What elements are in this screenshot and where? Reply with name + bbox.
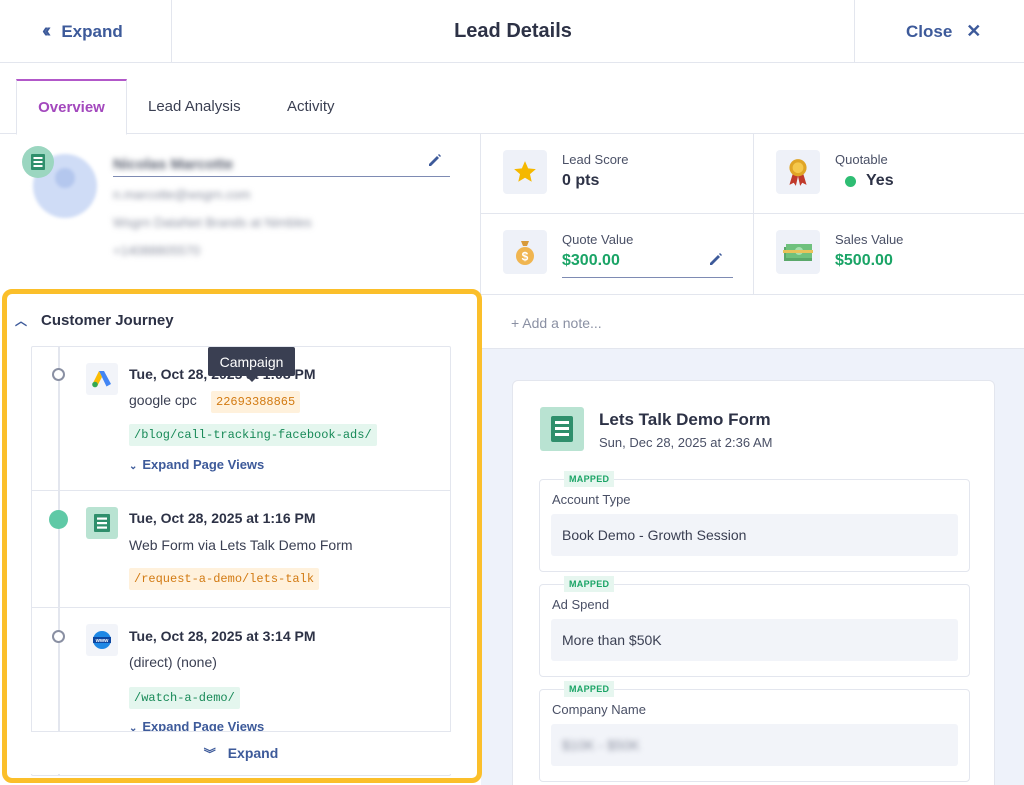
mapped-badge: MAPPED: [564, 681, 615, 697]
journey-source: (direct) (none): [129, 654, 217, 670]
page-path-chip[interactable]: /blog/call-tracking-facebook-ads/: [129, 424, 377, 446]
form-submission-card: Lets Talk Demo Form Sun, Dec 28, 2025 at…: [512, 380, 995, 785]
page-path-chip[interactable]: /request-a-demo/lets-talk: [129, 568, 320, 590]
header-bar: ‹‹ Expand Lead Details Close ✕: [0, 0, 1024, 63]
form-timestamp: Sun, Dec 28, 2025 at 2:36 AM: [599, 435, 773, 450]
expand-journey-button[interactable]: ︾ Expand: [31, 731, 451, 774]
close-label: Close: [906, 21, 953, 41]
quotable-label: Quotable: [835, 152, 888, 167]
chevron-down-icon: ⌄: [129, 461, 138, 472]
award-icon: [776, 150, 820, 194]
field-value: Book Demo - Growth Session: [551, 514, 958, 556]
expand-button[interactable]: ‹‹ Expand: [0, 0, 172, 63]
customer-journey-title: Customer Journey: [41, 312, 174, 329]
sales-value-stat: Sales Value $500.00: [753, 214, 1024, 295]
journey-source: google cpc: [129, 392, 197, 408]
timeline-dot: [52, 368, 65, 381]
lead-name: Nicolas Marcotte: [113, 156, 234, 173]
timeline-dot: [52, 630, 65, 643]
lead-score-label: Lead Score: [562, 152, 629, 167]
expand-journey-label: Expand: [227, 745, 279, 761]
tab-lead-analysis[interactable]: Lead Analysis: [148, 79, 241, 134]
star-icon: [503, 150, 547, 194]
field-value: $10K - $50K: [551, 724, 958, 766]
quotable-stat: Quotable Yes: [753, 134, 1024, 214]
money-bag-icon: $: [503, 230, 547, 274]
www-globe-icon: www: [86, 624, 118, 656]
double-chevron-left-icon: ‹‹: [42, 20, 52, 42]
journey-item: Tue, Oct 28, 2025 at 1:08 PM google cpc …: [32, 347, 450, 491]
form-icon: [22, 146, 54, 178]
close-icon: ✕: [966, 21, 982, 41]
status-dot: [845, 175, 856, 187]
sales-value-value: $500.00: [835, 252, 893, 269]
journey-source: Web Form via Lets Talk Demo Form: [129, 537, 353, 553]
quote-value-underline: [562, 277, 733, 278]
form-field-ad-spend: MAPPED Ad Spend More than $50K: [539, 576, 970, 677]
lead-score-stat: Lead Score 0 pts: [481, 134, 753, 214]
page-path-chip[interactable]: /watch-a-demo/: [129, 687, 240, 709]
lead-job-title: Wsgrn DataNet Brands at Nimbles: [113, 215, 312, 230]
add-note-input[interactable]: + Add a note...: [481, 295, 1024, 349]
campaign-chip[interactable]: 22693388865: [211, 391, 301, 413]
field-value-text: $10K - $50K: [562, 737, 640, 753]
close-button[interactable]: Close ✕: [854, 0, 1024, 63]
campaign-tooltip: Campaign: [208, 347, 295, 382]
double-chevron-down-icon: ︾: [203, 746, 216, 761]
tab-bar: Overview Lead Analysis Activity: [0, 63, 1024, 135]
name-underline: [113, 176, 450, 177]
timeline-dot-active: [49, 510, 68, 529]
edit-quote-pencil-icon[interactable]: [708, 251, 724, 267]
form-field-account-type: MAPPED Account Type Book Demo - Growth S…: [539, 471, 970, 572]
form-icon: [86, 507, 118, 539]
journey-date: Tue, Oct 28, 2025 at 1:16 PM: [129, 510, 316, 526]
form-title: Lets Talk Demo Form: [599, 410, 771, 429]
customer-journey-panel: ︿ Customer Journey Tue, Oct 28, 2025 at …: [2, 289, 482, 783]
form-field-company-name: MAPPED Company Name $10K - $50K: [539, 681, 970, 782]
quote-value-value: $300.00: [562, 252, 620, 269]
expand-page-views-label: Expand Page Views: [142, 457, 265, 472]
expand-label: Expand: [61, 21, 123, 41]
mapped-badge: MAPPED: [564, 576, 615, 592]
quotable-value-row: Yes: [835, 172, 894, 190]
quote-value-label: Quote Value: [562, 232, 634, 247]
lead-phone: +14088805570: [113, 243, 201, 258]
field-value: More than $50K: [551, 619, 958, 661]
mapped-badge: MAPPED: [564, 471, 615, 487]
form-icon: [540, 407, 584, 451]
expand-page-views-button[interactable]: ⌄ Expand Page Views: [129, 457, 264, 472]
field-label: Account Type: [552, 492, 631, 507]
cash-icon: [776, 230, 820, 274]
tab-overview[interactable]: Overview: [16, 79, 127, 135]
journey-timeline: Tue, Oct 28, 2025 at 1:08 PM google cpc …: [31, 346, 451, 776]
sales-value-label: Sales Value: [835, 232, 904, 247]
customer-journey-toggle[interactable]: ︿ Customer Journey: [15, 312, 174, 329]
lead-email: n.marcotte@wsgrn.com: [113, 187, 251, 202]
quote-value-stat: $ Quote Value $300.00: [481, 214, 753, 295]
field-label: Company Name: [552, 702, 646, 717]
svg-text:$: $: [522, 250, 529, 264]
google-ads-icon: [86, 363, 118, 395]
journey-item: Tue, Oct 28, 2025 at 1:16 PM Web Form vi…: [32, 491, 450, 608]
journey-date: Tue, Oct 28, 2025 at 3:14 PM: [129, 628, 316, 644]
edit-name-pencil-icon[interactable]: [427, 152, 443, 168]
page-title: Lead Details: [454, 19, 572, 42]
lead-stats: Lead Score 0 pts Quotable Yes $ Quote Va…: [480, 134, 1024, 295]
lead-profile: Nicolas Marcotte n.marcotte@wsgrn.com Ws…: [0, 134, 480, 289]
chevron-up-icon: ︿: [15, 314, 28, 328]
field-label: Ad Spend: [552, 597, 610, 612]
quotable-value: Yes: [866, 172, 894, 189]
lead-score-value: 0 pts: [562, 172, 600, 189]
tab-activity[interactable]: Activity: [287, 79, 335, 134]
svg-text:www: www: [95, 638, 110, 644]
